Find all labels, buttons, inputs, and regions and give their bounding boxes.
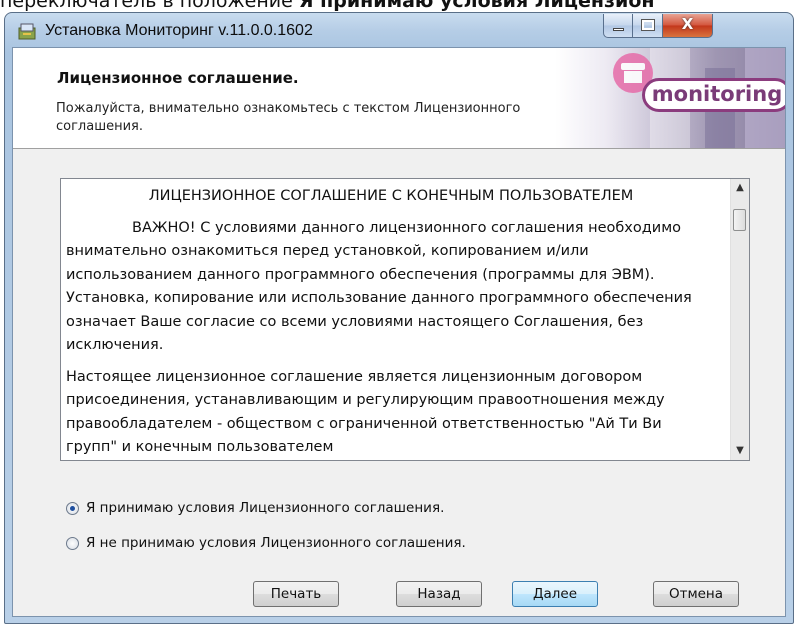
header-banner: Лицензионное соглашение. Пожалуйста, вни… bbox=[13, 48, 785, 149]
installer-app-icon bbox=[18, 23, 36, 40]
close-icon: X bbox=[681, 15, 694, 33]
document-text-bold: Я принимаю условия Лицензион bbox=[298, 0, 655, 12]
accept-radio-button[interactable] bbox=[66, 501, 79, 515]
decline-radio-option[interactable]: Я не принимаю условия Лицензионного согл… bbox=[66, 535, 466, 551]
vertical-scrollbar[interactable]: ▲ ▼ bbox=[730, 179, 749, 460]
page-title: Лицензионное соглашение. bbox=[57, 69, 299, 87]
license-heading: ЛИЦЕНЗИОННОЕ СОГЛАШЕНИЕ С КОНЕЧНЫМ ПОЛЬЗ… bbox=[148, 188, 634, 204]
maximize-button[interactable] bbox=[633, 14, 663, 38]
banner-graphic: monitoring bbox=[555, 48, 785, 148]
minimize-icon bbox=[613, 28, 624, 31]
title-bar[interactable]: Установка Мониторинг v.11.0.0.1602 X bbox=[5, 13, 793, 47]
scroll-up-arrow-icon[interactable]: ▲ bbox=[731, 179, 749, 197]
license-text: ЛИЦЕНЗИОННОЕ СОГЛАШЕНИЕ С КОНЕЧНЫМ ПОЛЬЗ… bbox=[66, 185, 716, 460]
cancel-button[interactable]: Отмена bbox=[653, 581, 739, 607]
maximize-icon bbox=[641, 19, 655, 31]
back-button[interactable]: Назад bbox=[396, 581, 482, 607]
accept-radio-label[interactable]: Я принимаю условия Лицензионного соглаше… bbox=[86, 500, 444, 516]
print-button[interactable]: Печать bbox=[253, 581, 339, 607]
license-paragraph: ВАЖНО! С условиями данного лицензионного… bbox=[66, 219, 692, 354]
document-text-clipped: переключатель в положение Я принимаю усл… bbox=[0, 0, 798, 12]
close-button[interactable]: X bbox=[663, 14, 713, 38]
installer-window: Установка Мониторинг v.11.0.0.1602 X Лиц… bbox=[4, 12, 794, 624]
minimize-button[interactable] bbox=[603, 14, 633, 38]
dialog-client-area: Лицензионное соглашение. Пожалуйста, вни… bbox=[12, 47, 786, 617]
monitoring-logo: monitoring bbox=[642, 78, 785, 112]
scroll-thumb[interactable] bbox=[733, 209, 746, 231]
next-button[interactable]: Далее bbox=[512, 581, 598, 607]
decline-radio-label[interactable]: Я не принимаю условия Лицензионного согл… bbox=[86, 535, 466, 551]
window-title: Установка Мониторинг v.11.0.0.1602 bbox=[45, 22, 313, 39]
license-text-area[interactable]: ЛИЦЕНЗИОННОЕ СОГЛАШЕНИЕ С КОНЕЧНЫМ ПОЛЬЗ… bbox=[60, 178, 750, 461]
license-paragraph: Настоящее лицензионное соглашение являет… bbox=[66, 368, 665, 456]
accept-radio-option[interactable]: Я принимаю условия Лицензионного соглаше… bbox=[66, 500, 444, 516]
page-subtitle: Пожалуйста, внимательно ознакомьтесь с т… bbox=[56, 101, 521, 134]
document-text-normal: переключатель в положение bbox=[0, 0, 299, 12]
decline-radio-button[interactable] bbox=[66, 536, 79, 550]
scroll-down-arrow-icon[interactable]: ▼ bbox=[731, 442, 749, 460]
